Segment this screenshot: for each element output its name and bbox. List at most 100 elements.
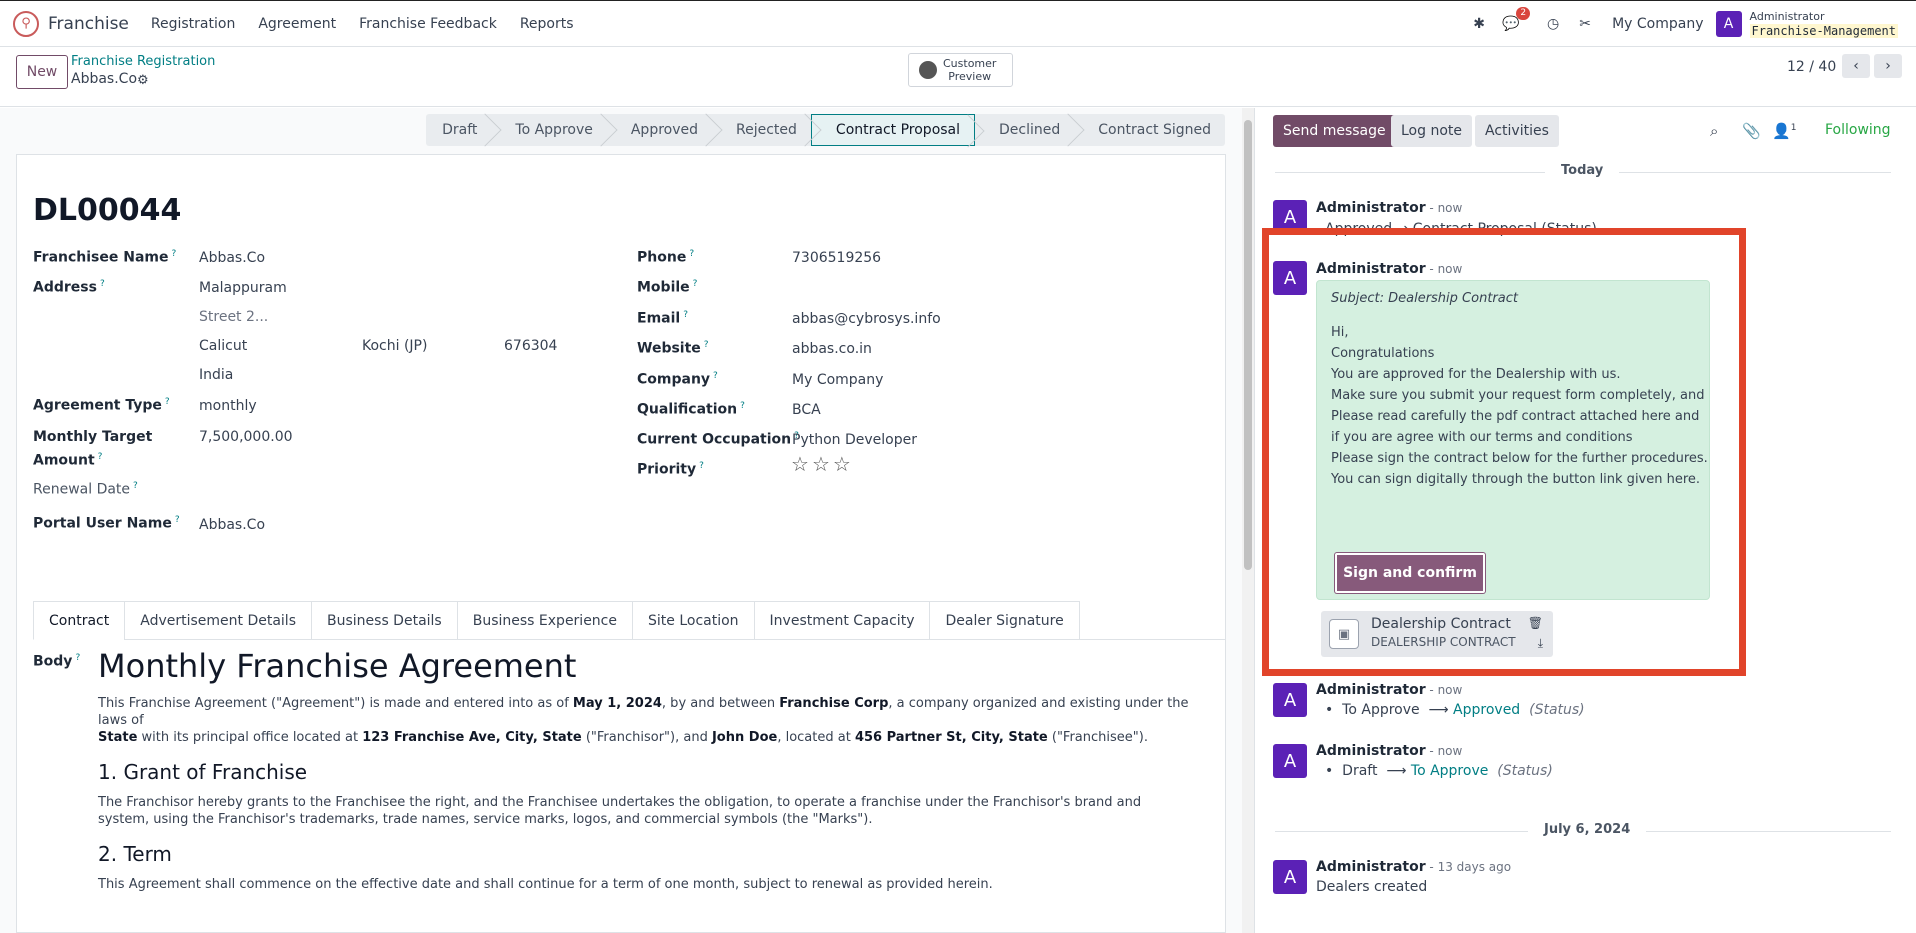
menu-reports[interactable]: Reports: [520, 16, 574, 32]
company-field[interactable]: My Company: [792, 372, 883, 388]
menu-registration[interactable]: Registration: [151, 16, 235, 32]
occupation-field[interactable]: Python Developer: [792, 432, 917, 448]
trash-icon[interactable]: 🗑: [1528, 616, 1543, 630]
doc-paragraph-term: This Agreement shall commence on the eff…: [98, 877, 993, 892]
form-scrollbar[interactable]: [1242, 108, 1254, 933]
star-icon[interactable]: ☆: [833, 452, 854, 476]
email-field[interactable]: abbas@cybrosys.info: [792, 311, 941, 327]
send-message-button[interactable]: Send message: [1273, 115, 1396, 147]
app-name[interactable]: Franchise: [48, 14, 129, 34]
customer-preview-button[interactable]: Customer Preview: [908, 53, 1013, 87]
message-line: if you are agree with our terms and cond…: [1331, 430, 1633, 445]
log-note-button[interactable]: Log note: [1391, 115, 1472, 147]
message-line: Please read carefully the pdf contract a…: [1331, 409, 1700, 424]
pager-value[interactable]: 12 / 40: [1787, 59, 1836, 75]
stage-contract-signed[interactable]: Contract Signed: [1074, 114, 1225, 146]
city-field[interactable]: Calicut: [199, 338, 247, 354]
state-field[interactable]: Kochi (JP): [362, 338, 427, 354]
attachment-type: DEALERSHIP CONTRACT: [1371, 635, 1516, 649]
tab-site-location[interactable]: Site Location: [632, 601, 755, 640]
customer-preview-label-1: Customer: [943, 57, 997, 70]
user-menu[interactable]: Administrator Franchise-Management: [1749, 10, 1898, 38]
scrollbar-thumb[interactable]: [1244, 120, 1252, 570]
clock-icon[interactable]: ◷: [1544, 15, 1562, 33]
stage-contract-proposal[interactable]: Contract Proposal: [810, 114, 976, 146]
tab-investment-capacity[interactable]: Investment Capacity: [753, 601, 931, 640]
stage-to-approve[interactable]: To Approve: [491, 114, 606, 146]
monthly-target-field[interactable]: 7,500,000.00: [199, 429, 293, 445]
tab-business-experience[interactable]: Business Experience: [456, 601, 633, 640]
priority-label: Priority?: [637, 461, 704, 478]
chevron-left-icon: ‹: [1853, 58, 1859, 74]
sign-and-confirm-button[interactable]: Sign and confirm: [1335, 553, 1485, 593]
message-avatar[interactable]: A: [1273, 860, 1307, 894]
doc-heading-term: 2. Term: [98, 842, 172, 866]
star-icon[interactable]: ☆: [812, 452, 833, 476]
body-label: Body?: [33, 653, 81, 670]
franchisee-name-field[interactable]: Abbas.Co: [199, 250, 265, 266]
pager-next-button[interactable]: ›: [1874, 54, 1902, 78]
street-field[interactable]: Malappuram: [199, 280, 287, 296]
stage-approved[interactable]: Approved: [607, 114, 712, 146]
franchisee-name-label: Franchisee Name?: [33, 249, 177, 266]
message-line: Congratulations: [1331, 346, 1435, 361]
message-avatar[interactable]: A: [1273, 744, 1307, 778]
breadcrumb-parent[interactable]: Franchise Registration: [71, 54, 215, 69]
message-tracking: Approved → Contract Proposal (Status): [1325, 221, 1597, 237]
star-icon[interactable]: ☆: [791, 452, 812, 476]
message-avatar[interactable]: A: [1273, 200, 1307, 234]
company-switcher[interactable]: My Company: [1612, 16, 1703, 32]
phone-field[interactable]: 7306519256: [792, 250, 881, 266]
record-name[interactable]: DL00044: [33, 193, 181, 228]
doc-paragraph-intro: This Franchise Agreement ("Agreement") i…: [98, 696, 1189, 745]
body-editor[interactable]: Monthly Franchise Agreement This Franchi…: [98, 647, 1198, 893]
day-label-date: July 6, 2024: [1528, 822, 1647, 837]
tab-contract[interactable]: Contract: [33, 601, 126, 640]
debug-bug-icon[interactable]: ✱: [1470, 15, 1488, 33]
new-button[interactable]: New: [16, 55, 68, 89]
street2-field[interactable]: Street 2...: [199, 309, 268, 325]
message-author[interactable]: Administrator - now: [1316, 261, 1462, 277]
message-avatar[interactable]: A: [1273, 261, 1307, 295]
form-area: Draft To Approve Approved Rejected Contr…: [0, 108, 1242, 933]
stage-draft[interactable]: Draft: [426, 114, 491, 146]
occupation-label: Current Occupation?: [637, 431, 799, 448]
message-body: Dealers created: [1316, 879, 1428, 895]
message-author[interactable]: Administrator - now: [1316, 743, 1462, 759]
website-field[interactable]: abbas.co.in: [792, 341, 872, 357]
message-line: You can sign digitally through the butto…: [1331, 472, 1701, 487]
app-logo-icon[interactable]: ⚲: [13, 10, 39, 37]
paperclip-icon[interactable]: 📎: [1742, 122, 1761, 140]
pager-previous-button[interactable]: ‹: [1842, 54, 1870, 78]
activities-button[interactable]: Activities: [1475, 115, 1559, 147]
chat-icon[interactable]: 💬 2: [1502, 7, 1531, 33]
tab-advertisement-details[interactable]: Advertisement Details: [124, 601, 312, 640]
menu-agreement[interactable]: Agreement: [258, 16, 336, 32]
tab-business-details[interactable]: Business Details: [311, 601, 458, 640]
download-icon[interactable]: ⤓: [1538, 636, 1543, 651]
message-author[interactable]: Administrator - now: [1316, 200, 1462, 216]
qualification-field[interactable]: BCA: [792, 402, 821, 418]
customer-preview-label-2: Preview: [948, 70, 992, 83]
priority-stars[interactable]: ☆☆☆: [791, 452, 854, 476]
menu-franchise-feedback[interactable]: Franchise Feedback: [359, 16, 497, 32]
stage-rejected[interactable]: Rejected: [712, 114, 811, 146]
message-avatar[interactable]: A: [1273, 683, 1307, 717]
search-icon[interactable]: ⌕: [1710, 122, 1718, 140]
zip-field[interactable]: 676304: [504, 338, 557, 354]
country-field[interactable]: India: [199, 367, 233, 383]
stage-declined[interactable]: Declined: [975, 114, 1074, 146]
gear-icon[interactable]: ⚙: [137, 73, 149, 88]
following-button[interactable]: Following: [1825, 122, 1891, 138]
tools-icon[interactable]: ✂: [1576, 15, 1594, 33]
portal-user-field[interactable]: Abbas.Co: [199, 517, 265, 533]
followers-icon[interactable]: 👤1: [1772, 122, 1796, 140]
attachment-card[interactable]: ▣ Dealership Contract DEALERSHIP CONTRAC…: [1321, 611, 1553, 657]
message-tracking: • To Approve ⟶ Approved (Status): [1325, 702, 1585, 718]
tab-dealer-signature[interactable]: Dealer Signature: [929, 601, 1080, 640]
message-author[interactable]: Administrator - 13 days ago: [1316, 859, 1511, 875]
website-label: Website?: [637, 340, 709, 357]
user-avatar[interactable]: A: [1715, 11, 1742, 37]
message-author[interactable]: Administrator - now: [1316, 682, 1462, 698]
agreement-type-field[interactable]: monthly: [199, 398, 257, 414]
